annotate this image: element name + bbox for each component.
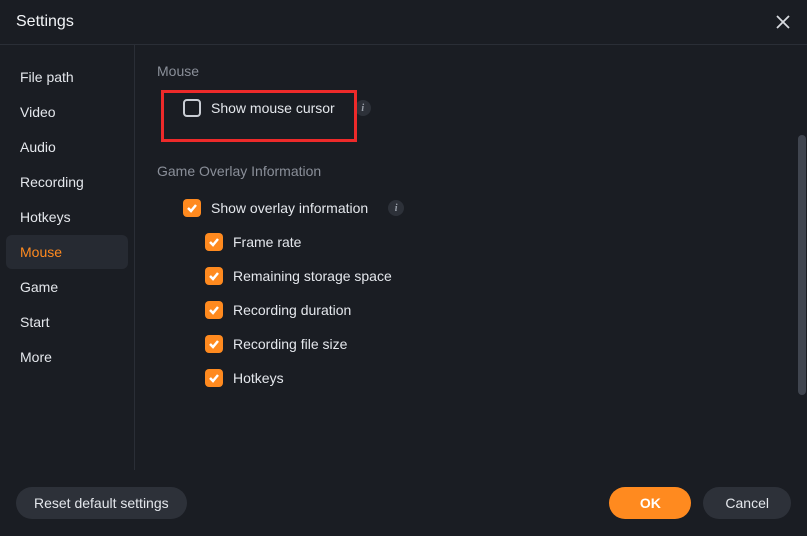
- checkbox-show-overlay-info[interactable]: [183, 199, 201, 217]
- cancel-button[interactable]: Cancel: [703, 487, 791, 519]
- option-remaining-storage: Remaining storage space: [157, 259, 789, 293]
- option-label: Show overlay information: [211, 200, 368, 216]
- option-recording-duration: Recording duration: [157, 293, 789, 327]
- sidebar-item-file-path[interactable]: File path: [6, 60, 128, 94]
- info-icon[interactable]: i: [355, 100, 371, 116]
- option-label: Remaining storage space: [233, 268, 392, 284]
- option-label: Recording duration: [233, 302, 351, 318]
- option-label: Show mouse cursor: [211, 100, 335, 116]
- scrollbar-thumb[interactable]: [798, 135, 806, 395]
- section-heading-overlay: Game Overlay Information: [157, 163, 789, 179]
- option-show-mouse-cursor: Show mouse cursor i: [157, 91, 789, 125]
- checkbox-remaining-storage[interactable]: [205, 267, 223, 285]
- footer: Reset default settings OK Cancel: [0, 470, 807, 536]
- section-overlay: Game Overlay Information Show overlay in…: [157, 163, 789, 395]
- sidebar-item-video[interactable]: Video: [6, 95, 128, 129]
- checkbox-hotkeys-overlay[interactable]: [205, 369, 223, 387]
- window-title: Settings: [16, 13, 74, 31]
- sidebar-item-game[interactable]: Game: [6, 270, 128, 304]
- sidebar-item-audio[interactable]: Audio: [6, 130, 128, 164]
- checkbox-show-mouse-cursor[interactable]: [183, 99, 201, 117]
- scrollbar-track[interactable]: [797, 45, 807, 470]
- sidebar: File path Video Audio Recording Hotkeys …: [0, 45, 135, 470]
- sidebar-item-recording[interactable]: Recording: [6, 165, 128, 199]
- titlebar: Settings: [0, 0, 807, 44]
- reset-defaults-button[interactable]: Reset default settings: [16, 487, 187, 519]
- sidebar-item-hotkeys[interactable]: Hotkeys: [6, 200, 128, 234]
- option-show-overlay-info: Show overlay information i: [157, 191, 789, 225]
- info-icon[interactable]: i: [388, 200, 404, 216]
- close-icon[interactable]: [775, 14, 791, 30]
- section-heading-mouse: Mouse: [157, 63, 789, 79]
- sidebar-item-start[interactable]: Start: [6, 305, 128, 339]
- option-label: Recording file size: [233, 336, 347, 352]
- option-label: Frame rate: [233, 234, 301, 250]
- content-panel: Mouse Show mouse cursor i Game Overlay I…: [135, 45, 807, 470]
- sidebar-item-mouse[interactable]: Mouse: [6, 235, 128, 269]
- section-mouse: Mouse Show mouse cursor i: [157, 63, 789, 125]
- main-area: File path Video Audio Recording Hotkeys …: [0, 44, 807, 470]
- checkbox-recording-duration[interactable]: [205, 301, 223, 319]
- checkbox-recording-file-size[interactable]: [205, 335, 223, 353]
- ok-button[interactable]: OK: [609, 487, 691, 519]
- checkbox-frame-rate[interactable]: [205, 233, 223, 251]
- option-recording-file-size: Recording file size: [157, 327, 789, 361]
- option-label: Hotkeys: [233, 370, 284, 386]
- option-frame-rate: Frame rate: [157, 225, 789, 259]
- sidebar-item-more[interactable]: More: [6, 340, 128, 374]
- option-hotkeys-overlay: Hotkeys: [157, 361, 789, 395]
